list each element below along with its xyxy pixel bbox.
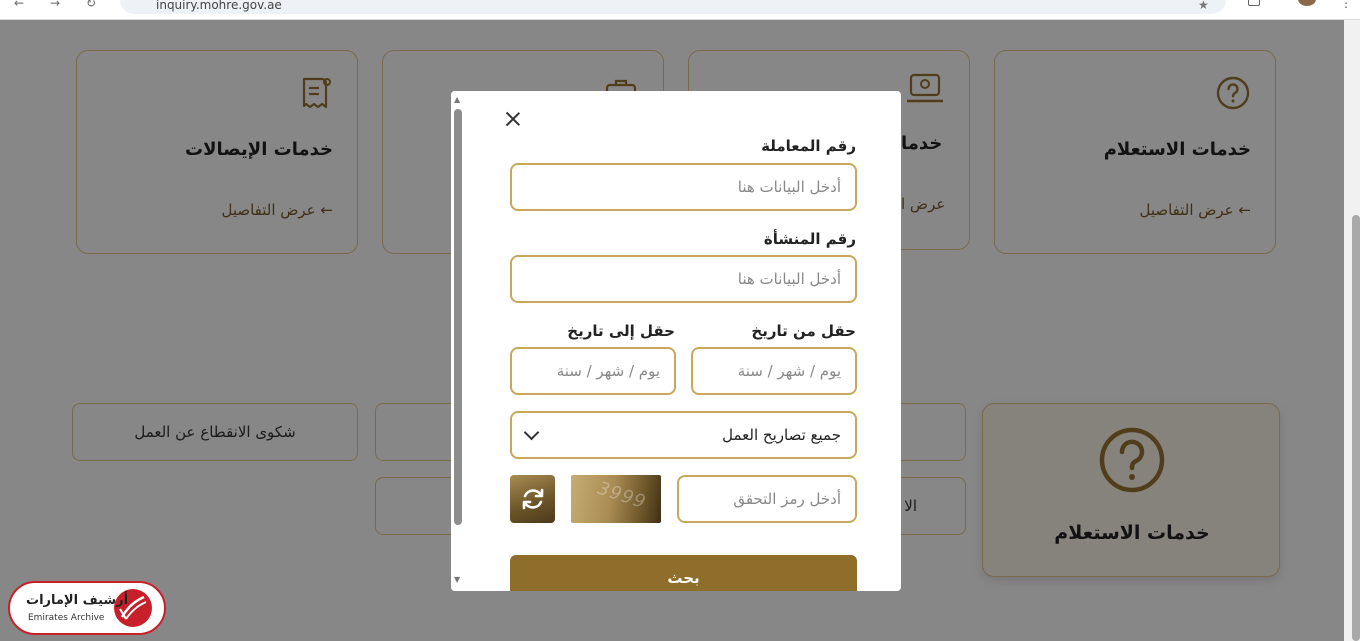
logo-english-text: Emirates Archive: [28, 613, 105, 623]
establishment-number-input[interactable]: أدخل البيانات هنا: [510, 255, 857, 303]
captcha-input[interactable]: أدخل رمز التحقق: [677, 475, 857, 523]
emirates-archive-logo: أرشيف الإمارات Emirates Archive: [8, 581, 166, 635]
from-date-label: حقل من تاريخ: [751, 322, 856, 340]
permit-type-select[interactable]: جميع تصاريح العمل: [510, 411, 857, 459]
inquiry-modal: ▲ ▼ رقم المعاملة أدخل البيانات هنا رقم ا…: [451, 91, 901, 591]
scroll-down-arrow-icon[interactable]: ▼: [454, 575, 460, 584]
menu-kebab-icon[interactable]: ⋮: [1340, 0, 1352, 10]
bookmark-star-icon[interactable]: ★: [1198, 0, 1209, 12]
tab-icon[interactable]: [1248, 0, 1260, 6]
scroll-up-arrow-icon[interactable]: ▲: [454, 95, 460, 104]
url-text: inquiry.mohre.gov.ae: [156, 0, 282, 12]
modal-scrollbar-thumb[interactable]: [454, 109, 462, 525]
refresh-captcha-button[interactable]: [510, 475, 555, 523]
chevron-down-icon: [523, 424, 540, 440]
close-icon[interactable]: [503, 109, 523, 129]
transaction-number-label: رقم المعاملة: [761, 137, 856, 155]
address-bar[interactable]: inquiry.mohre.gov.ae: [120, 0, 1226, 14]
reload-icon[interactable]: ↻: [86, 0, 96, 9]
profile-avatar[interactable]: [1298, 0, 1316, 6]
forward-icon[interactable]: →: [50, 0, 60, 9]
to-date-label: حقل إلى تاريخ: [567, 322, 675, 340]
search-button[interactable]: بحث: [510, 555, 857, 591]
establishment-number-label: رقم المنشأة: [763, 230, 856, 248]
browser-toolbar: ← → ↻ inquiry.mohre.gov.ae ★ ⋮: [0, 0, 1360, 20]
transaction-number-input[interactable]: أدخل البيانات هنا: [510, 163, 857, 211]
permit-type-value: جميع تصاريح العمل: [722, 426, 841, 444]
captcha-code: 3999: [594, 477, 649, 514]
modal-scrollbar[interactable]: ▲ ▼: [451, 91, 467, 591]
to-date-input[interactable]: يوم / شهر / سنة: [510, 347, 676, 395]
back-icon[interactable]: ←: [14, 0, 24, 9]
logo-arabic-text: أرشيف الإمارات: [26, 593, 129, 608]
captcha-image: 3999: [571, 475, 661, 523]
refresh-icon: [522, 488, 543, 510]
page-scrollbar-thumb[interactable]: [1352, 215, 1360, 641]
from-date-input[interactable]: يوم / شهر / سنة: [691, 347, 857, 395]
